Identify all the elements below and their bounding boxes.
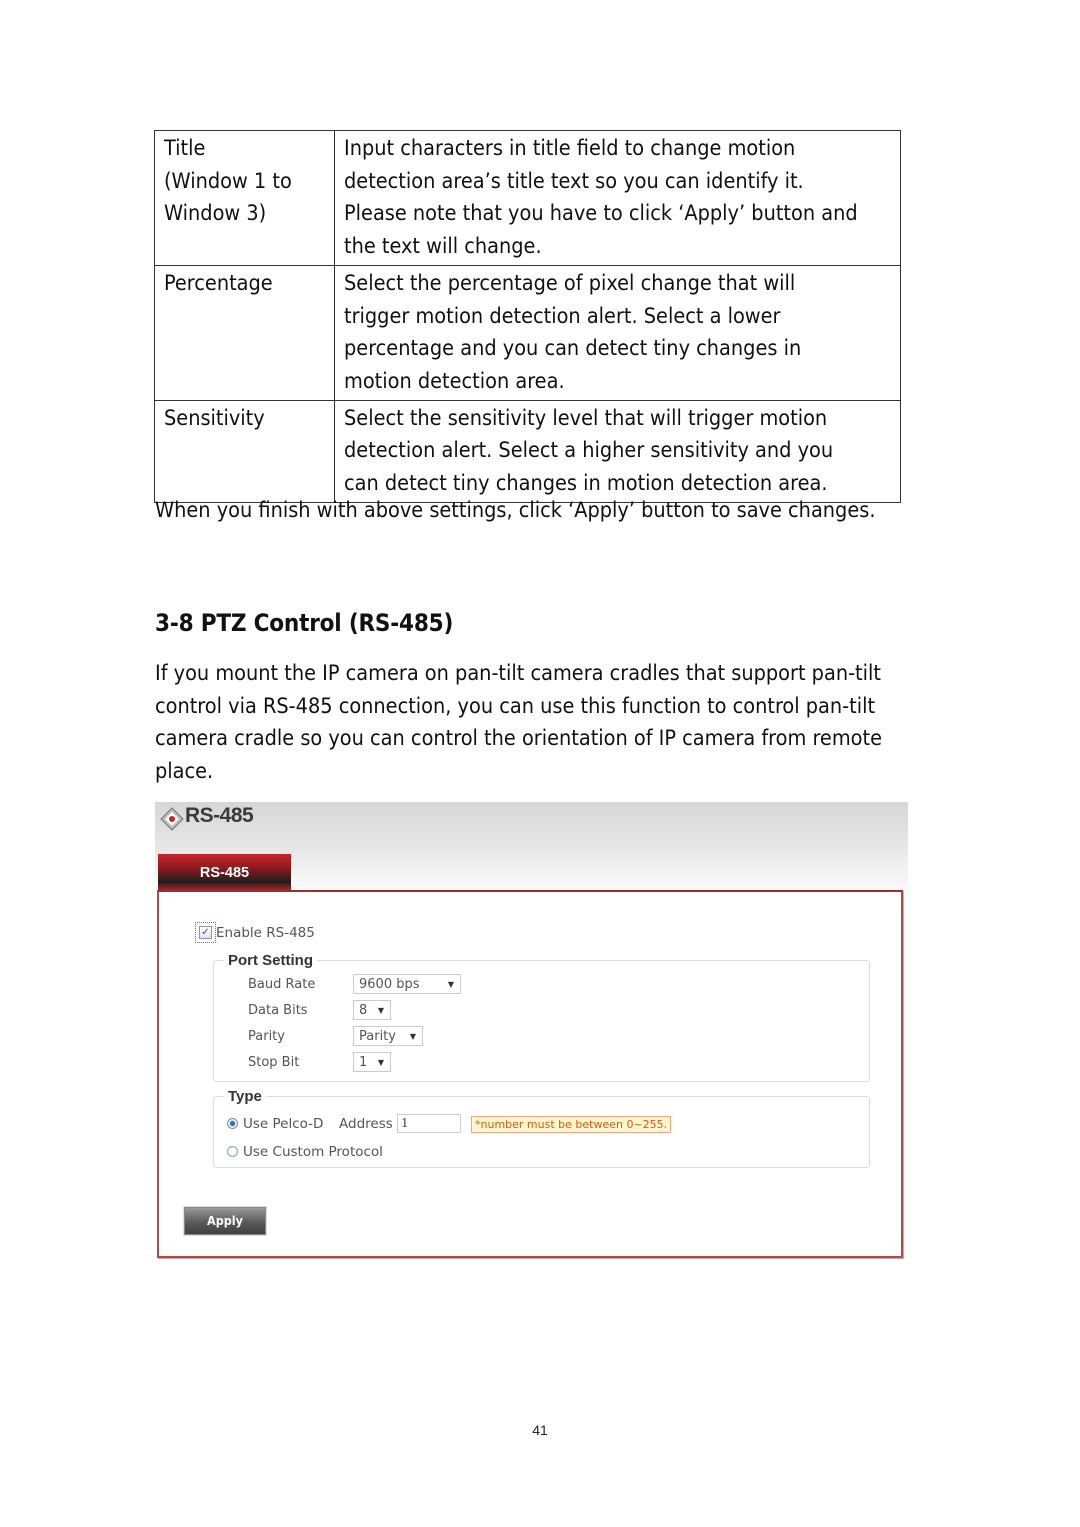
intro-paragraph: If you mount the IP camera on pan-tilt c… — [155, 658, 935, 789]
data-bits-value: 8 — [359, 1003, 368, 1018]
chevron-down-icon: ▼ — [377, 1058, 384, 1067]
baud-rate-select[interactable]: 9600 bps ▼ — [353, 974, 461, 994]
param-key-cell: Sensitivity — [154, 399, 335, 503]
table-row: Percentage Select the percentage of pixe… — [154, 264, 901, 401]
settings-panel: ✓ Enable RS-485 Port Setting Baud Rate 9… — [157, 890, 903, 1258]
intro-line: camera cradle so you can control the ori… — [155, 726, 882, 752]
param-desc-line: Please note that you have to click ‘Appl… — [344, 201, 858, 227]
data-bits-select[interactable]: 8 ▼ — [353, 1000, 391, 1020]
type-legend: Type — [228, 1088, 262, 1105]
parity-label: Parity — [248, 1029, 285, 1044]
param-key-line: (Window 1 to — [164, 168, 292, 194]
param-desc-line: Select the percentage of pixel change th… — [344, 270, 796, 296]
page-number: 41 — [532, 1422, 548, 1438]
table-row: Sensitivity Select the sensitivity level… — [154, 399, 901, 503]
pelco-d-radio[interactable] — [227, 1118, 238, 1129]
port-setting-group: Port Setting — [213, 952, 870, 1082]
ui-page-title: RS-485 — [185, 804, 254, 827]
param-key-line: Window 3) — [164, 201, 267, 227]
enable-rs485-checkbox[interactable]: ✓ — [195, 922, 216, 943]
chevron-down-icon: ▼ — [377, 1006, 384, 1015]
param-desc-line: percentage and you can detect tiny chang… — [344, 336, 802, 362]
parameter-table: Title (Window 1 to Window 3) Input chara… — [154, 130, 901, 503]
custom-protocol-label[interactable]: Use Custom Protocol — [243, 1144, 383, 1160]
param-desc-line: Select the sensitivity level that will t… — [344, 405, 828, 431]
param-description-cell: Select the percentage of pixel change th… — [334, 264, 901, 401]
intro-line: place. — [155, 759, 214, 785]
instruction-text: When you finish with above settings, cli… — [155, 498, 876, 523]
data-bits-label: Data Bits — [248, 1003, 308, 1018]
checkbox-check-icon: ✓ — [199, 926, 212, 939]
param-desc-line: motion detection area. — [344, 368, 565, 394]
table-row: Title (Window 1 to Window 3) Input chara… — [154, 130, 901, 266]
param-desc-line: detection area’s title text so you can i… — [344, 168, 804, 194]
ui-header: RS-485 RS-485 — [155, 802, 908, 890]
enable-rs485-label[interactable]: Enable RS-485 — [216, 925, 315, 941]
param-desc-line: detection alert. Select a higher sensiti… — [344, 438, 834, 464]
param-key-cell: Title (Window 1 to Window 3) — [154, 130, 335, 266]
port-setting-legend: Port Setting — [228, 952, 313, 969]
param-description-cell: Select the sensitivity level that will t… — [334, 399, 901, 503]
intro-line: control via RS-485 connection, you can u… — [155, 693, 876, 719]
chevron-down-icon: ▼ — [447, 980, 454, 989]
section-heading: 3-8 PTZ Control (RS-485) — [155, 609, 454, 637]
address-label: Address — [339, 1116, 393, 1132]
stop-bit-label: Stop Bit — [248, 1055, 300, 1070]
param-desc-line: trigger motion detection alert. Select a… — [344, 303, 781, 329]
rs485-settings-screenshot: RS-485 RS-485 ✓ Enable RS-485 Port Setti… — [155, 802, 908, 1258]
param-key-line: Percentage — [164, 270, 273, 296]
address-input[interactable]: 1 — [397, 1114, 461, 1133]
param-desc-line: the text will change. — [344, 234, 542, 260]
baud-rate-label: Baud Rate — [248, 977, 316, 992]
parity-select[interactable]: Parity ▼ — [353, 1026, 423, 1046]
param-description-cell: Input characters in title field to chang… — [334, 130, 901, 266]
stop-bit-select[interactable]: 1 ▼ — [353, 1052, 391, 1072]
baud-rate-value: 9600 bps — [359, 977, 420, 992]
param-desc-line: can detect tiny changes in motion detect… — [344, 471, 828, 497]
chevron-down-icon: ▼ — [409, 1032, 416, 1041]
param-key-line: Sensitivity — [164, 405, 265, 431]
intro-line: If you mount the IP camera on pan-tilt c… — [155, 661, 881, 686]
custom-protocol-radio[interactable] — [227, 1146, 238, 1157]
parity-value: Parity — [359, 1029, 396, 1044]
diamond-logo-icon — [160, 807, 184, 831]
param-key-cell: Percentage — [154, 264, 335, 401]
param-desc-line: Input characters in title field to chang… — [344, 136, 796, 161]
tab-rs485[interactable]: RS-485 — [158, 854, 291, 890]
apply-button[interactable]: Apply — [184, 1207, 266, 1235]
address-range-hint: *number must be between 0~255. — [471, 1116, 672, 1133]
pelco-d-label[interactable]: Use Pelco-D — [243, 1116, 323, 1132]
param-key-line: Title — [164, 136, 206, 161]
stop-bit-value: 1 — [359, 1055, 368, 1070]
